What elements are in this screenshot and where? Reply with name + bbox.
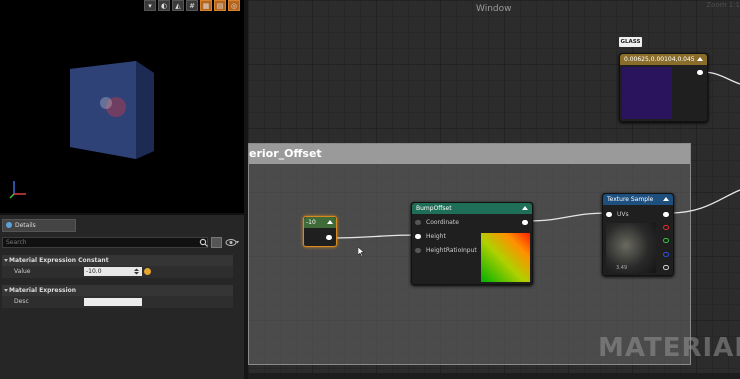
glass-node-title-text: 0.00625,0.00104,0.045 bbox=[624, 56, 695, 63]
mouse-cursor-icon bbox=[358, 247, 365, 257]
material-editor: ▾ ◐ ◭ # ▦ ▤ ◎ Details Search Material Ex… bbox=[0, 0, 740, 379]
texture-sample-node[interactable]: Texture Sample UVs 3.49 bbox=[602, 193, 674, 276]
glass-badge: GLASS bbox=[619, 37, 642, 47]
texture-node-title-text: Texture Sample bbox=[607, 196, 654, 203]
pin-label-uvs: UVs bbox=[617, 211, 629, 218]
pin-label-height: Height bbox=[426, 233, 446, 240]
input-pin-heightratio[interactable] bbox=[415, 248, 421, 253]
pin-label-coordinate: Coordinate bbox=[426, 219, 459, 226]
output-pin-rgb[interactable] bbox=[663, 212, 669, 217]
input-pin-uvs[interactable] bbox=[606, 212, 612, 217]
texture-node-title: Texture Sample bbox=[603, 194, 673, 205]
wire-texture-out bbox=[668, 189, 740, 214]
graph-bottom-border bbox=[248, 373, 740, 379]
constant-node[interactable]: -10 bbox=[303, 216, 337, 247]
wire-bump-to-uvs bbox=[527, 212, 609, 222]
collapse-icon[interactable] bbox=[697, 57, 703, 61]
output-pin[interactable] bbox=[326, 235, 332, 240]
wire-glass-out bbox=[702, 71, 740, 85]
output-pin-r[interactable] bbox=[663, 225, 669, 230]
collapse-icon[interactable] bbox=[327, 220, 333, 224]
constant-node-title-text: -10 bbox=[306, 219, 316, 226]
input-pin-coordinate[interactable] bbox=[415, 220, 421, 225]
pin-label-heightratioinput: HeightRatioInput bbox=[426, 247, 477, 254]
output-pin[interactable] bbox=[697, 70, 703, 75]
collapse-icon[interactable] bbox=[522, 206, 528, 210]
bump-node-title: BumpOffset bbox=[412, 203, 532, 214]
wire-constant-to-height bbox=[330, 234, 419, 239]
glass-node-title: 0.00625,0.00104,0.045 bbox=[620, 54, 707, 65]
watermark: MATERIAL bbox=[598, 333, 740, 363]
constant-node-title: -10 bbox=[304, 217, 336, 228]
output-pin-b[interactable] bbox=[663, 252, 669, 257]
glass-constant-node[interactable]: 0.00625,0.00104,0.045 bbox=[619, 53, 708, 122]
output-pin-g[interactable] bbox=[663, 238, 669, 243]
input-pin-height[interactable] bbox=[415, 234, 421, 239]
color-preview bbox=[622, 67, 672, 119]
collapse-icon[interactable] bbox=[663, 197, 669, 201]
output-pin[interactable] bbox=[522, 220, 528, 225]
texture-preview-label: 3.49 bbox=[616, 265, 628, 271]
bump-preview bbox=[481, 233, 530, 282]
bump-offset-node[interactable]: BumpOffset Coordinate Height HeightRatio… bbox=[411, 202, 533, 285]
output-pin-a[interactable] bbox=[663, 265, 669, 270]
bump-node-title-text: BumpOffset bbox=[416, 205, 452, 212]
texture-preview: 3.49 bbox=[606, 223, 656, 273]
